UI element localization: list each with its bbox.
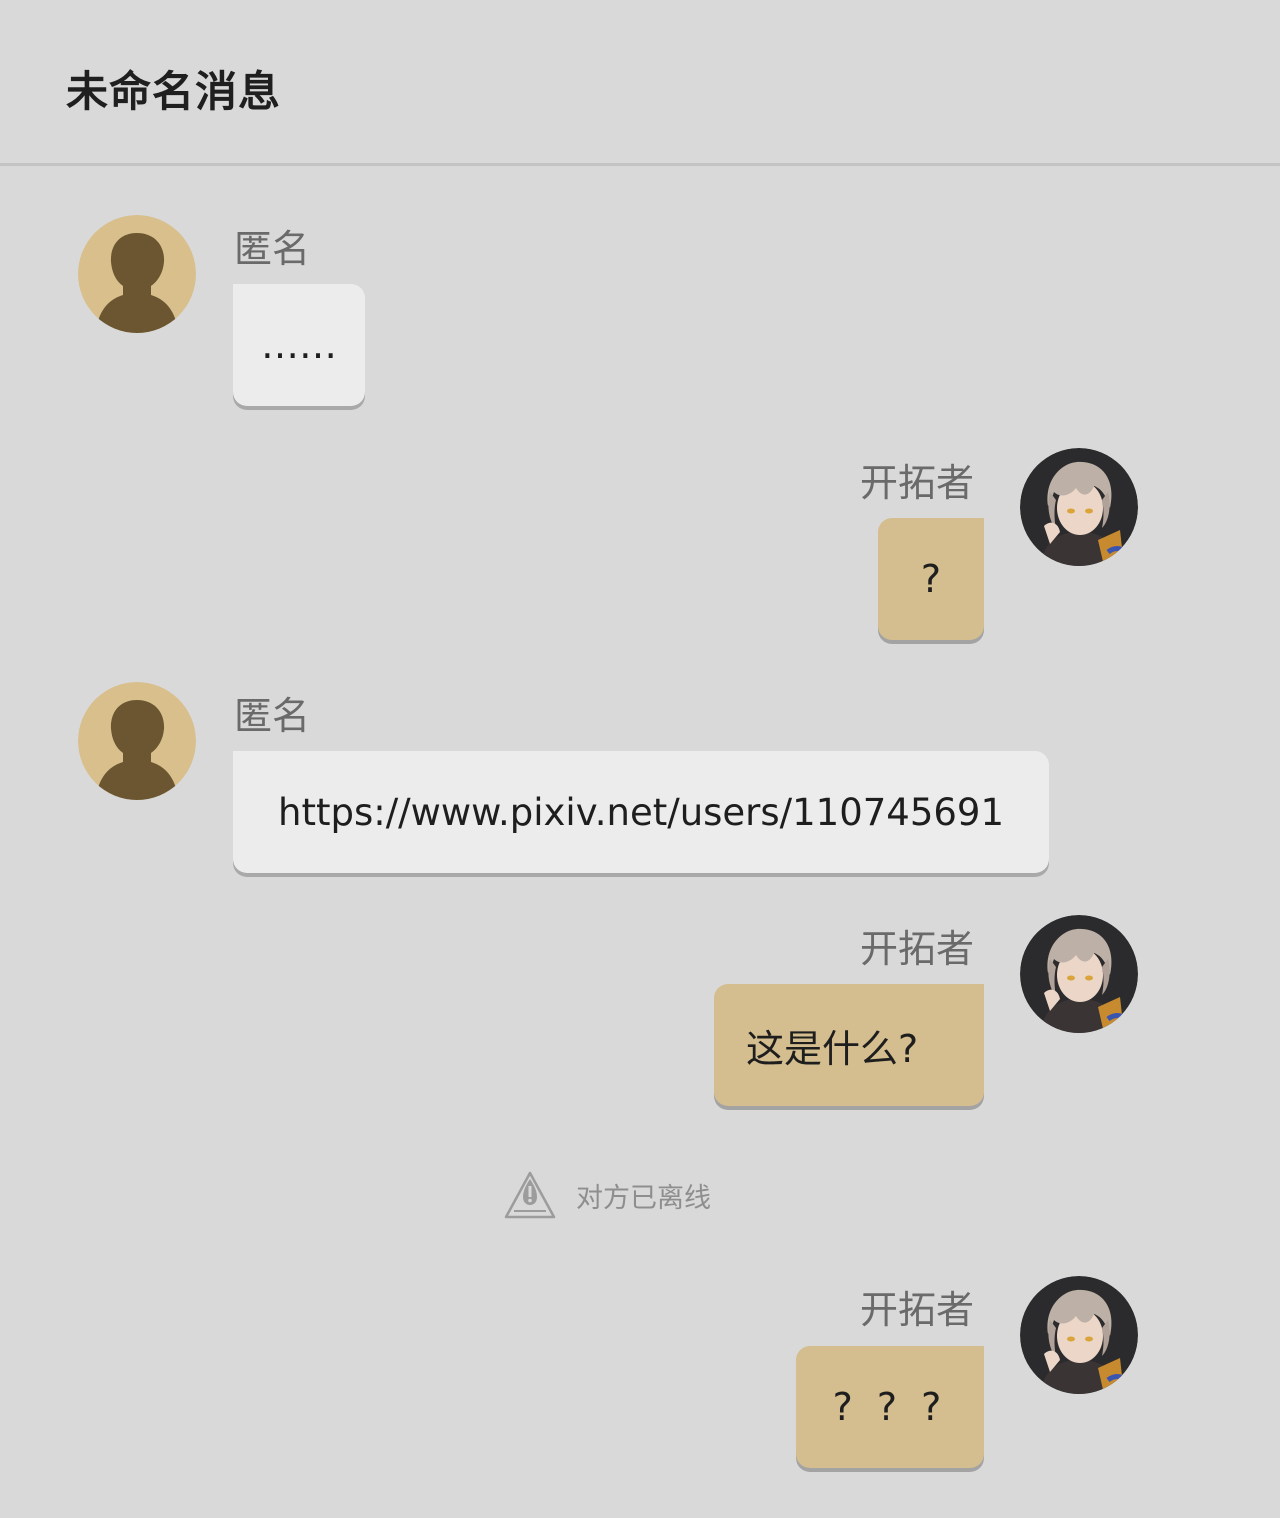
message-bubble[interactable]: ? ? ? xyxy=(796,1346,984,1468)
offline-notice-text: 对方已离线 xyxy=(576,1182,711,1214)
sender-name: 开拓者 xyxy=(860,461,975,505)
anonymous-avatar[interactable] xyxy=(78,682,196,800)
chat-header: 未命名消息 xyxy=(0,0,1280,166)
trailblazer-avatar[interactable] xyxy=(1020,1276,1138,1394)
message-text: 这是什么? xyxy=(746,1026,919,1071)
sender-name: 匿名 xyxy=(234,694,311,738)
anonymous-silhouette-icon xyxy=(78,682,196,800)
sender-name: 匿名 xyxy=(234,227,311,271)
chat-title: 未命名消息 xyxy=(66,67,282,116)
trailblazer-portrait-icon xyxy=(1020,448,1138,566)
message-bubble[interactable]: https://www.pixiv.net/users/110745691 xyxy=(233,751,1049,873)
trailblazer-portrait-icon xyxy=(1020,1276,1138,1394)
message-bubble[interactable]: ? xyxy=(878,518,984,640)
sender-name: 开拓者 xyxy=(860,927,975,971)
offline-notice: 对方已离线 xyxy=(504,1170,711,1220)
message-text: ? ? ? xyxy=(832,1385,948,1429)
message-bubble[interactable]: …… xyxy=(233,284,365,406)
sender-name: 开拓者 xyxy=(860,1288,975,1332)
anonymous-avatar[interactable] xyxy=(78,215,196,333)
anonymous-silhouette-icon xyxy=(78,215,196,333)
trailblazer-portrait-icon xyxy=(1020,915,1138,1033)
chat-window: 未命名消息 匿名 …… 开拓者 ? 匿名 https://www.pixiv.n… xyxy=(0,0,1280,1518)
message-text: …… xyxy=(261,323,337,367)
offline-warning-icon xyxy=(504,1171,556,1219)
message-bubble[interactable]: 这是什么? xyxy=(714,984,984,1106)
trailblazer-avatar[interactable] xyxy=(1020,448,1138,566)
message-text: ? xyxy=(920,557,942,601)
message-link[interactable]: https://www.pixiv.net/users/110745691 xyxy=(278,791,1004,834)
trailblazer-avatar[interactable] xyxy=(1020,915,1138,1033)
